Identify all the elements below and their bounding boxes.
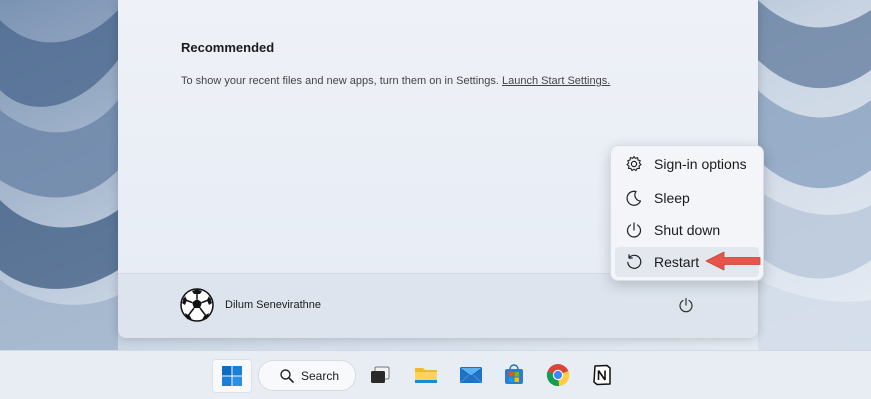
task-view-icon: [371, 366, 390, 383]
sleep-item[interactable]: Sleep: [615, 183, 759, 213]
user-name: Dilum Senevirathne: [225, 299, 321, 311]
annotation-arrow-icon: [705, 251, 761, 271]
file-explorer-button[interactable]: [410, 360, 442, 390]
recommended-text: To show your recent files and new apps, …: [181, 75, 503, 87]
chrome-icon: [546, 364, 570, 387]
recommended-description: To show your recent files and new apps, …: [181, 75, 610, 87]
power-button[interactable]: [674, 293, 698, 317]
task-view-button[interactable]: [364, 360, 396, 390]
taskbar-search-box[interactable]: Search: [258, 360, 356, 391]
notion-icon: [593, 364, 611, 386]
launch-start-settings-link[interactable]: Launch Start Settings.: [502, 75, 610, 87]
recommended-title: Recommended: [181, 40, 275, 55]
windows-start-icon: [222, 366, 242, 386]
user-account-button[interactable]: Dilum Senevirathne: [180, 288, 321, 322]
sign-in-options-label: Sign-in options: [654, 156, 747, 172]
file-explorer-icon: [415, 368, 437, 383]
store-icon: [505, 364, 523, 384]
notion-button[interactable]: [586, 360, 618, 390]
mail-icon: [459, 367, 483, 384]
sign-in-options-item[interactable]: Sign-in options: [615, 149, 759, 179]
shut-down-label: Shut down: [654, 222, 721, 238]
microsoft-store-button[interactable]: [498, 360, 530, 390]
moon-icon: [625, 189, 643, 207]
gear-icon: [625, 155, 643, 173]
mail-button[interactable]: [455, 360, 487, 390]
start-menu-footer: Dilum Senevirathne: [118, 273, 758, 338]
power-icon: [679, 297, 693, 313]
shut-down-item[interactable]: Shut down: [615, 215, 759, 245]
restart-icon: [625, 253, 643, 271]
start-button[interactable]: [212, 359, 252, 393]
sleep-label: Sleep: [654, 190, 690, 206]
power-icon: [625, 221, 643, 239]
taskbar: Search: [0, 350, 871, 399]
restart-label: Restart: [654, 254, 700, 270]
search-label: Search: [301, 368, 340, 383]
avatar: [180, 288, 214, 322]
chrome-button[interactable]: [542, 360, 574, 390]
search-icon: [280, 368, 294, 383]
